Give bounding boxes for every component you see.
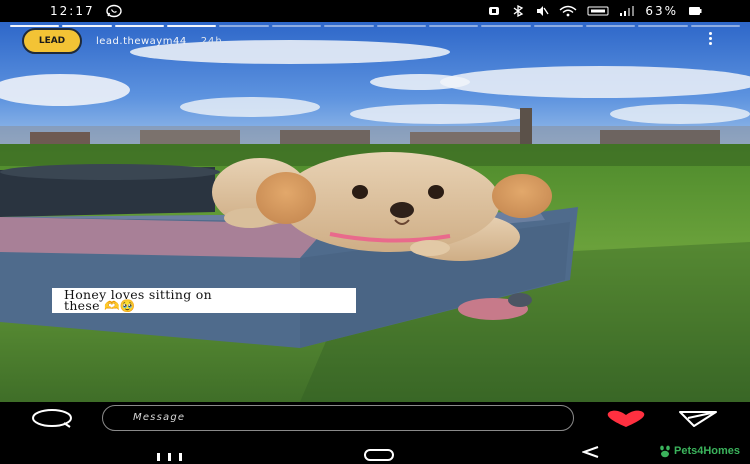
progress-segment — [10, 25, 60, 27]
account-username[interactable]: lead.thewaym44 — [96, 36, 187, 47]
progress-segment — [376, 25, 426, 27]
progress-segment — [114, 25, 165, 27]
progress-segment — [585, 25, 636, 27]
account-avatar[interactable]: LEAD — [22, 28, 82, 54]
signal-icon — [619, 5, 635, 17]
whatsapp-icon — [105, 4, 123, 18]
pets4homes-watermark: Pets4Homes — [658, 444, 740, 458]
reply-bar: Message — [0, 402, 750, 436]
progress-segment — [481, 25, 531, 27]
paw-icon — [660, 445, 670, 458]
progress-segment — [690, 25, 741, 27]
volte-icon — [587, 5, 609, 17]
story-photo — [0, 22, 750, 402]
progress-segment — [219, 25, 269, 27]
send-icon[interactable] — [678, 410, 718, 432]
progress-segment — [428, 25, 479, 27]
system-nav-bar: Pets4Homes — [0, 436, 750, 464]
more-options-icon[interactable] — [709, 32, 712, 45]
watermark-text: Pets4Homes — [674, 445, 741, 457]
back-icon[interactable] — [581, 444, 600, 463]
bluetooth-icon — [511, 5, 525, 17]
story-timestamp: 24h — [200, 35, 223, 47]
progress-segment — [324, 25, 374, 27]
message-input[interactable]: Message — [102, 405, 574, 431]
story-viewer[interactable]: LEAD lead.thewaym44 24h Honey loves sitt… — [0, 22, 750, 402]
message-placeholder: Message — [133, 412, 186, 423]
alarm-icon — [487, 5, 501, 17]
progress-segment — [62, 25, 112, 27]
home-icon[interactable] — [364, 446, 394, 464]
status-bar: 12:17 63% — [0, 0, 750, 22]
progress-segment — [638, 25, 688, 27]
mute-icon — [535, 5, 549, 17]
story-caption: Honey loves sitting on these 🫶🥹 — [52, 288, 356, 313]
wifi-icon — [559, 5, 577, 17]
battery-icon — [688, 5, 702, 17]
progress-segment — [167, 25, 217, 27]
battery-percent: 63% — [645, 4, 678, 18]
story-progress-bar — [10, 25, 741, 27]
story-header: LEAD lead.thewaym44 24h — [22, 28, 223, 54]
avatar-text: LEAD — [38, 35, 66, 46]
recent-apps-icon[interactable] — [156, 447, 184, 464]
status-time: 12:17 — [50, 4, 95, 18]
heart-icon[interactable] — [604, 410, 648, 432]
camera-icon[interactable] — [30, 408, 74, 432]
progress-segment — [271, 25, 322, 27]
progress-segment — [533, 25, 583, 27]
